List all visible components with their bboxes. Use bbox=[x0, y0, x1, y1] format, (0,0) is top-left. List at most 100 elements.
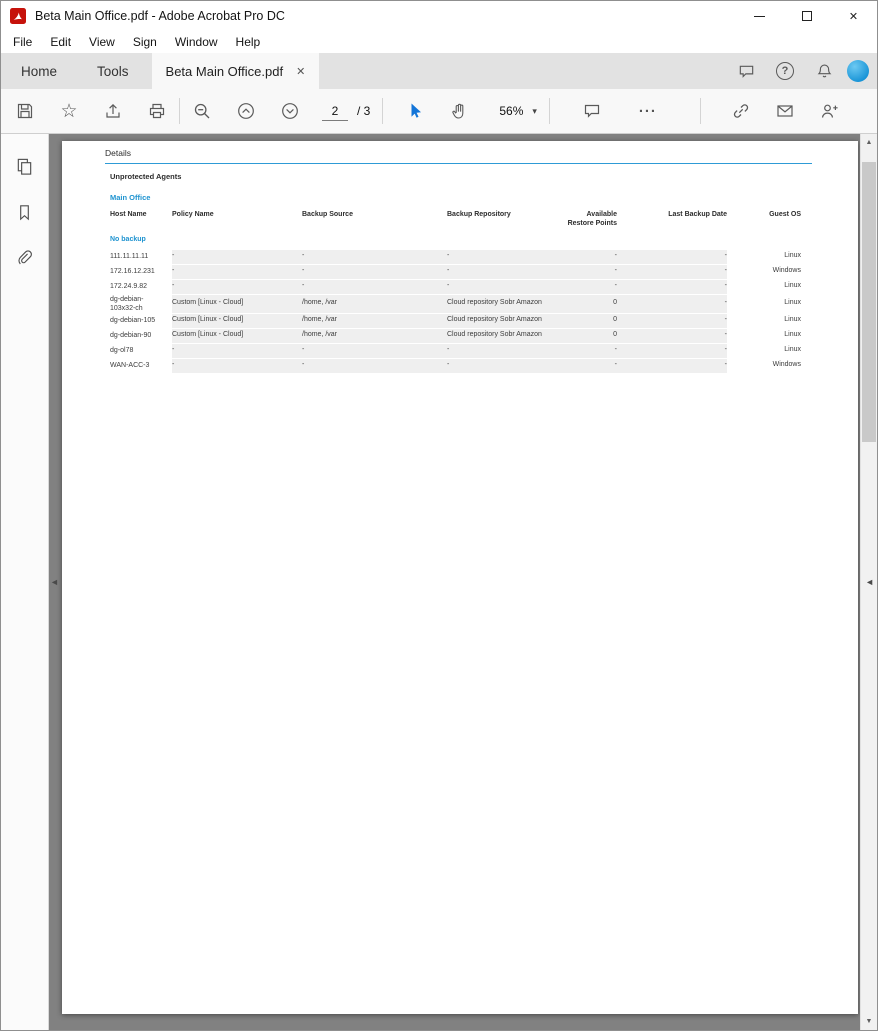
cell-host-name: 111.11.11.11 bbox=[110, 253, 149, 261]
feedback-button[interactable] bbox=[730, 55, 762, 87]
left-navigation-rail bbox=[1, 134, 49, 1030]
user-avatar[interactable] bbox=[847, 60, 869, 82]
table-row: WAN-ACC-3 - - - - - Windows bbox=[105, 358, 812, 373]
cell-last-backup-date: - bbox=[724, 282, 727, 290]
cell-restore-points: - bbox=[614, 252, 617, 260]
cell-restore-points: - bbox=[614, 346, 617, 354]
cell-restore-points: - bbox=[614, 282, 617, 290]
menu-file[interactable]: File bbox=[4, 32, 41, 52]
zoom-level-dropdown[interactable]: 56% ▾ bbox=[487, 96, 549, 126]
zoom-level-value: 56% bbox=[499, 104, 524, 118]
row-shaded-band: Custom [Linux - Cloud] /home, /var Cloud… bbox=[172, 294, 727, 313]
tab-bar: Home Tools Beta Main Office.pdf ✕ ? bbox=[1, 53, 877, 89]
page-number-input[interactable]: 2 bbox=[322, 101, 348, 121]
cell-backup-repository: - bbox=[447, 252, 450, 260]
next-page-button[interactable] bbox=[268, 93, 312, 129]
row-shaded-band: - - - - - bbox=[172, 279, 727, 294]
document-viewport[interactable]: Details Unprotected Agents Main Office H… bbox=[49, 134, 860, 1030]
minimize-button[interactable] bbox=[736, 1, 783, 31]
cell-host-name: 172.24.9.82 bbox=[110, 283, 147, 291]
hand-tool-button[interactable] bbox=[437, 93, 481, 129]
help-button[interactable]: ? bbox=[769, 55, 801, 87]
menu-help[interactable]: Help bbox=[227, 32, 270, 52]
favorites-button[interactable]: ☆ bbox=[47, 93, 91, 129]
agents-table: Host Name Policy Name Backup Source Back… bbox=[105, 210, 812, 374]
toolbar-separator bbox=[382, 98, 384, 124]
menu-edit[interactable]: Edit bbox=[41, 32, 80, 52]
cell-guest-os: Linux bbox=[784, 282, 801, 290]
upload-icon bbox=[103, 101, 123, 121]
cell-policy-name: - bbox=[172, 346, 175, 354]
cell-last-backup-date: - bbox=[724, 267, 727, 275]
table-row: dg-debian-90 Custom [Linux - Cloud] /hom… bbox=[105, 328, 812, 343]
bookmarks-button[interactable] bbox=[8, 196, 42, 229]
attachments-button[interactable] bbox=[8, 242, 42, 275]
page-thumbnails-button[interactable] bbox=[8, 150, 42, 183]
zoom-out-button[interactable] bbox=[180, 93, 224, 129]
close-button[interactable]: ✕ bbox=[830, 1, 877, 31]
notifications-button[interactable] bbox=[808, 55, 840, 87]
collapse-left-pane-arrow[interactable]: ◄ bbox=[50, 577, 59, 587]
cell-backup-repository: - bbox=[447, 282, 450, 290]
acrobat-logo-icon bbox=[10, 8, 26, 24]
tab-tools[interactable]: Tools bbox=[77, 53, 149, 89]
share-link-button[interactable] bbox=[719, 93, 763, 129]
cell-restore-points: 0 bbox=[613, 299, 617, 307]
maximize-button[interactable] bbox=[783, 1, 830, 31]
share-file-button[interactable] bbox=[91, 93, 135, 129]
printer-icon bbox=[147, 101, 167, 121]
comment-icon bbox=[582, 101, 602, 121]
cell-policy-name: - bbox=[172, 361, 175, 369]
report-section-title: Details bbox=[105, 148, 131, 158]
paperclip-icon bbox=[15, 249, 34, 268]
cell-last-backup-date: - bbox=[724, 299, 727, 307]
select-tool-button[interactable] bbox=[393, 93, 437, 129]
menu-bar: File Edit View Sign Window Help bbox=[1, 31, 877, 53]
cell-backup-source: /home, /var bbox=[302, 299, 338, 307]
column-header-last-backup-date: Last Backup Date bbox=[668, 211, 727, 218]
report-location-title: Main Office bbox=[110, 193, 151, 202]
share-with-people-button[interactable] bbox=[807, 93, 851, 129]
chevron-down-icon: ▾ bbox=[532, 105, 537, 116]
menu-sign[interactable]: Sign bbox=[124, 32, 166, 52]
tab-close-icon[interactable]: ✕ bbox=[296, 65, 305, 78]
window-title: Beta Main Office.pdf - Adobe Acrobat Pro… bbox=[35, 9, 285, 23]
tab-document[interactable]: Beta Main Office.pdf ✕ bbox=[151, 53, 320, 89]
table-row: dg-ol78 - - - - - Linux bbox=[105, 343, 812, 358]
person-plus-icon bbox=[819, 101, 839, 121]
cell-policy-name: Custom [Linux - Cloud] bbox=[172, 316, 244, 324]
more-tools-button[interactable]: ··· bbox=[626, 93, 670, 129]
table-row: 172.16.12.231 - - - - - Windows bbox=[105, 264, 812, 279]
row-shaded-band: - - - - - bbox=[172, 343, 727, 358]
open-right-pane-arrow[interactable]: ◄ bbox=[865, 577, 874, 587]
print-button[interactable] bbox=[135, 93, 179, 129]
bookmark-icon bbox=[15, 203, 34, 222]
link-icon bbox=[731, 101, 751, 121]
tab-home[interactable]: Home bbox=[1, 53, 77, 89]
toolbar: ☆ 2 / 3 56% ▾ ··· bbox=[1, 89, 877, 134]
scrollbar-thumb[interactable] bbox=[862, 162, 876, 442]
main-area: Details Unprotected Agents Main Office H… bbox=[1, 134, 877, 1030]
close-icon: ✕ bbox=[848, 10, 859, 23]
report-group-title: Unprotected Agents bbox=[110, 172, 182, 181]
page-thumbnails-icon bbox=[15, 157, 34, 176]
ellipsis-icon: ··· bbox=[638, 102, 657, 120]
scroll-up-button[interactable]: ▲ bbox=[861, 134, 877, 151]
cell-restore-points: 0 bbox=[613, 331, 617, 339]
page-up-icon bbox=[236, 101, 256, 121]
save-button[interactable] bbox=[3, 93, 47, 129]
cell-backup-repository: Cloud repository Sobr Amazon bbox=[447, 299, 542, 307]
title-bar: Beta Main Office.pdf - Adobe Acrobat Pro… bbox=[1, 1, 877, 31]
cell-last-backup-date: - bbox=[724, 252, 727, 260]
cell-backup-repository: - bbox=[447, 346, 450, 354]
cell-guest-os: Windows bbox=[772, 267, 801, 275]
cell-restore-points: 0 bbox=[613, 316, 617, 324]
comment-tool-button[interactable] bbox=[570, 93, 614, 129]
previous-page-button[interactable] bbox=[224, 93, 268, 129]
table-row: dg-debian-103x32-ch Custom [Linux - Clou… bbox=[105, 294, 812, 313]
menu-view[interactable]: View bbox=[80, 32, 124, 52]
menu-window[interactable]: Window bbox=[166, 32, 227, 52]
cell-guest-os: Windows bbox=[772, 361, 801, 369]
send-email-button[interactable] bbox=[763, 93, 807, 129]
scroll-down-button[interactable]: ▼ bbox=[861, 1013, 877, 1030]
